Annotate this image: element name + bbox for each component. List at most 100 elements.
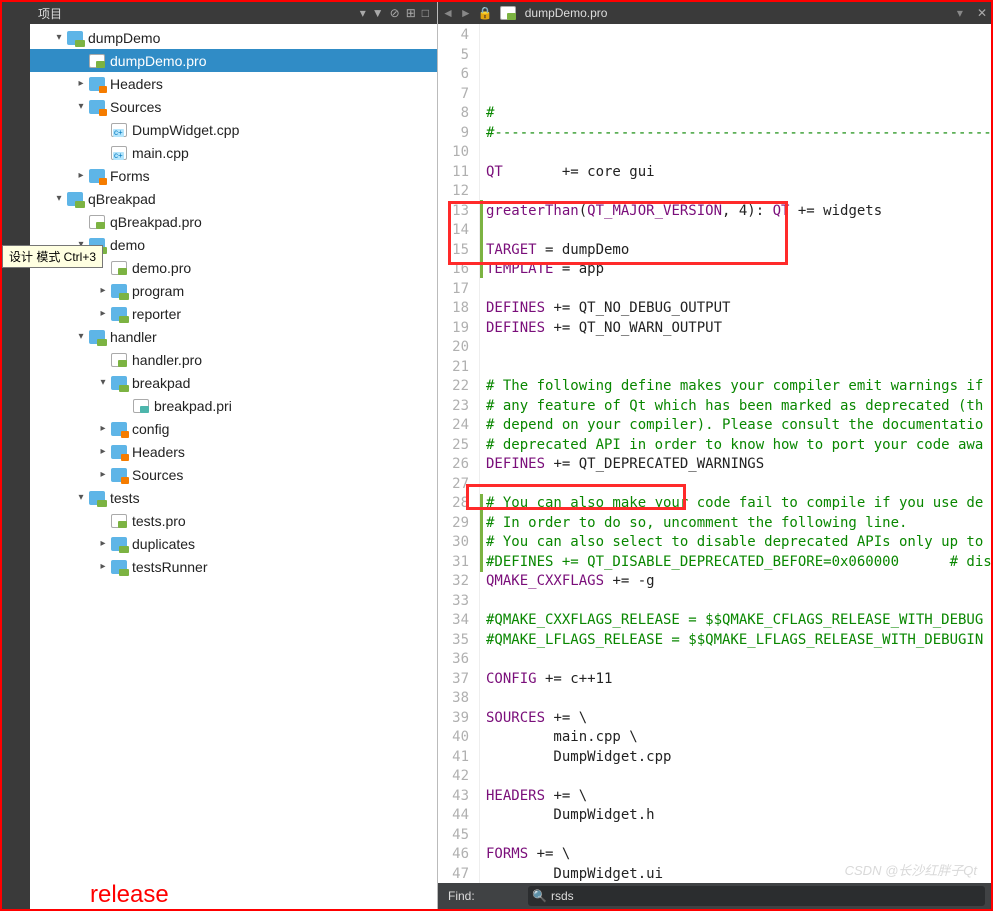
tree-item-config[interactable]: ▸ config: [30, 417, 437, 440]
tab-dropdown-icon[interactable]: ▾: [957, 6, 963, 20]
expand-arrow-icon[interactable]: ▾: [52, 32, 66, 43]
code-content[interactable]: ##--------------------------------------…: [480, 24, 991, 883]
tree-item-reporter[interactable]: ▸ reporter: [30, 302, 437, 325]
expand-arrow-icon[interactable]: ▸: [96, 423, 110, 434]
tree-label: qBreakpad: [88, 191, 156, 207]
expand-arrow-icon[interactable]: ▸: [96, 561, 110, 572]
tree-label: breakpad.pri: [154, 398, 232, 414]
tree-label: Sources: [132, 467, 183, 483]
layout-icon[interactable]: ⊞: [406, 6, 416, 20]
file-tab[interactable]: dumpDemo.pro: [499, 5, 608, 21]
expand-arrow-icon[interactable]: ▸: [74, 170, 88, 181]
tree-label: tests: [110, 490, 140, 506]
tree-item-sources[interactable]: ▸ Sources: [30, 463, 437, 486]
expand-arrow-icon[interactable]: ▸: [74, 78, 88, 89]
design-mode-tooltip: 设计 模式 Ctrl+3: [2, 245, 103, 268]
mode-rail[interactable]: [2, 2, 30, 909]
tree-item-tests-pro[interactable]: tests.pro: [30, 509, 437, 532]
nav-fwd-icon[interactable]: ►: [460, 6, 472, 20]
expand-arrow-icon[interactable]: ▸: [96, 285, 110, 296]
project-panel: 项目 ▾ ▼ ⊘ ⊞ □ ▾dumpDemodumpDemo.pro▸Heade…: [30, 2, 438, 909]
tree-item-duplicates[interactable]: ▸ duplicates: [30, 532, 437, 555]
expand-arrow-icon[interactable]: ▸: [96, 446, 110, 457]
close-icon[interactable]: ✕: [977, 6, 987, 20]
editor-panel: ◄ ► 🔒 dumpDemo.pro ▾ ✕ 45678910111213141…: [438, 2, 991, 909]
tree-item-qbreakpad[interactable]: ▾ qBreakpad: [30, 187, 437, 210]
lock-icon[interactable]: 🔒: [478, 6, 493, 20]
search-input-wrap[interactable]: 🔍: [528, 886, 985, 906]
proj-icon: [66, 191, 84, 207]
tree-label: Sources: [110, 99, 161, 115]
find-label: Find:: [438, 889, 528, 903]
proj-icon: [110, 283, 128, 299]
editor-tabbar: ◄ ► 🔒 dumpDemo.pro ▾ ✕: [438, 2, 991, 24]
split-icon[interactable]: □: [422, 6, 429, 20]
tree-label: dumpDemo: [88, 30, 160, 46]
expand-arrow-icon[interactable]: ▾: [96, 377, 110, 388]
watermark: CSDN @长沙红胖子Qt: [845, 860, 977, 879]
proj-icon: [66, 30, 84, 46]
pro-icon: [110, 260, 128, 276]
tree-item-headers[interactable]: ▸Headers: [30, 440, 437, 463]
tree-item-tests[interactable]: ▾ tests: [30, 486, 437, 509]
link-icon[interactable]: ⊘: [390, 6, 400, 20]
pro-icon: [110, 352, 128, 368]
tree-item-handler[interactable]: ▾ handler: [30, 325, 437, 348]
proj-icon: [110, 536, 128, 552]
project-tree[interactable]: ▾dumpDemodumpDemo.pro▸Headers▾SourcesDum…: [30, 24, 437, 859]
tree-label: DumpWidget.cpp: [132, 122, 239, 138]
tree-item-main-cpp[interactable]: main.cpp: [30, 141, 437, 164]
search-input[interactable]: [551, 889, 981, 903]
tree-item-sources[interactable]: ▾ Sources: [30, 95, 437, 118]
tree-item-qbreakpad-pro[interactable]: qBreakpad.pro: [30, 210, 437, 233]
expand-arrow-icon[interactable]: ▸: [96, 538, 110, 549]
filter-icon[interactable]: ▼: [372, 6, 384, 20]
tree-item-dumpwidget-cpp[interactable]: DumpWidget.cpp: [30, 118, 437, 141]
tree-label: demo: [110, 237, 145, 253]
tree-label: reporter: [132, 306, 181, 322]
tree-item-breakpad-pri[interactable]: breakpad.pri: [30, 394, 437, 417]
tree-label: config: [132, 421, 169, 437]
find-bar: Find: 🔍: [438, 883, 991, 909]
line-gutter: 4567891011121314151617181920212223242526…: [438, 24, 480, 883]
tree-item-dumpdemo-pro[interactable]: dumpDemo.pro: [30, 49, 437, 72]
dropdown-icon[interactable]: ▾: [360, 6, 366, 20]
tree-label: handler.pro: [132, 352, 202, 368]
tree-label: tests.pro: [132, 513, 186, 529]
tree-item-breakpad[interactable]: ▾ breakpad: [30, 371, 437, 394]
nav-back-icon[interactable]: ◄: [442, 6, 454, 20]
expand-arrow-icon[interactable]: ▾: [52, 193, 66, 204]
rail-item[interactable]: [2, 6, 30, 56]
tree-item-handler-pro[interactable]: handler.pro: [30, 348, 437, 371]
proj-icon: [88, 490, 106, 506]
expand-arrow-icon[interactable]: ▾: [74, 331, 88, 342]
release-annotation: release: [30, 859, 437, 909]
proj-icon: [110, 375, 128, 391]
tree-label: handler: [110, 329, 157, 345]
tree-item-testsrunner[interactable]: ▸testsRunner: [30, 555, 437, 578]
expand-arrow-icon[interactable]: ▾: [74, 492, 88, 503]
tree-label: Headers: [110, 76, 163, 92]
fold-marker: [480, 494, 483, 572]
tree-item-dumpdemo[interactable]: ▾ dumpDemo: [30, 26, 437, 49]
expand-arrow-icon[interactable]: ▾: [74, 101, 88, 112]
expand-arrow-icon[interactable]: ▸: [96, 469, 110, 480]
tree-item-headers[interactable]: ▸ Headers: [30, 72, 437, 95]
tree-label: Forms: [110, 168, 150, 184]
panel-header: 项目 ▾ ▼ ⊘ ⊞ □: [30, 2, 437, 24]
cpp-icon: [110, 145, 128, 161]
tree-label: duplicates: [132, 536, 195, 552]
fh-icon: [88, 168, 106, 184]
tree-item-program[interactable]: ▸program: [30, 279, 437, 302]
tab-filename: dumpDemo.pro: [525, 6, 608, 20]
pri-icon: [132, 398, 150, 414]
proj-icon: [110, 306, 128, 322]
cpp-icon: [110, 122, 128, 138]
expand-arrow-icon[interactable]: ▸: [96, 308, 110, 319]
tree-label: breakpad: [132, 375, 190, 391]
panel-title: 项目: [38, 5, 360, 22]
code-editor[interactable]: 4567891011121314151617181920212223242526…: [438, 24, 991, 883]
tree-item-forms[interactable]: ▸ Forms: [30, 164, 437, 187]
proj-icon: [88, 329, 106, 345]
pro-icon: [88, 53, 106, 69]
